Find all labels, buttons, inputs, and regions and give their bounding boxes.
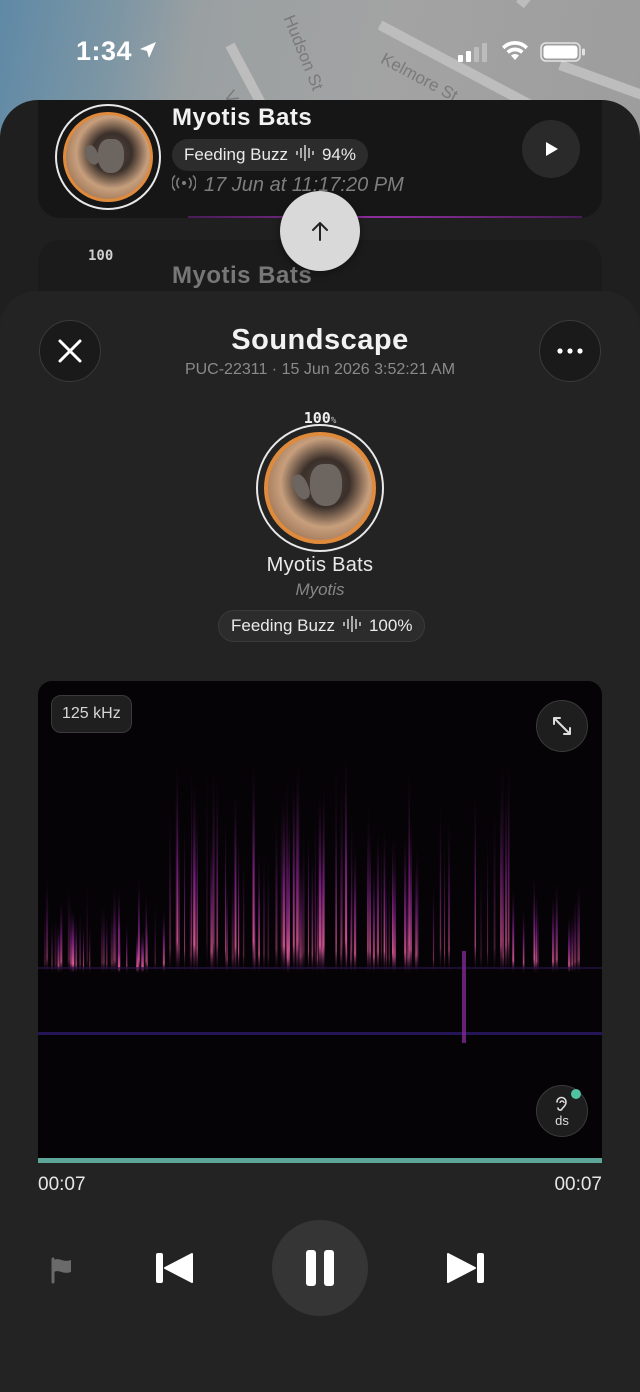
downsample-label: ds [555,1112,569,1128]
waveform-icon [342,615,361,637]
call-type-percent: 100% [368,616,413,635]
pause-button[interactable] [272,1220,368,1316]
current-time: 00:07 [38,1174,86,1195]
call-type-label: Feeding Buzz [231,616,335,635]
ear-icon [556,1096,567,1111]
arrow-up-icon [312,222,328,241]
wifi-icon [500,40,530,67]
expand-icon [553,717,571,735]
location-arrow-icon [138,40,158,65]
detection-time-row: 17 Jun at 11:17:20 PM [171,174,404,197]
previous-track-button[interactable] [150,1244,198,1292]
play-button[interactable] [522,120,580,178]
genus-name: Myotis [295,580,345,599]
call-type-percent: 94% [321,145,356,164]
bat-photo [63,112,153,202]
playback-scrubber[interactable] [38,1158,602,1163]
waveform-icon [295,144,314,166]
pause-icon [306,1250,334,1286]
card-title: Myotis Bats [172,262,313,289]
call-type-badge: Feeding Buzz 100% [218,610,426,642]
broadcast-icon [171,174,197,197]
total-time: 00:07 [554,1174,602,1195]
bat-photo [264,432,376,544]
flag-icon [51,1257,71,1284]
frequency-range-label: 125 kHz [51,695,132,733]
active-indicator [571,1089,581,1099]
play-icon [546,142,558,156]
skip-back-icon [156,1253,193,1283]
call-type-badge: Feeding Buzz 94% [172,139,368,171]
recording-info: PUC-22311 · 15 Jun 2026 3:52:21 AM [184,361,456,378]
skip-forward-icon [447,1253,484,1283]
sheet-title: Soundscape [231,324,409,356]
battery-icon [540,42,586,67]
status-time: 1:34 [76,36,133,66]
call-type-label: Feeding Buzz [184,145,288,164]
species-name: Myotis Bats [266,554,374,576]
confidence-percent: 100 [88,248,114,264]
next-track-button[interactable] [442,1244,490,1292]
spectrogram-image [38,753,602,1043]
status-bar: 1:34 [0,0,640,100]
expand-up-button[interactable] [280,191,360,271]
cellular-signal-icon [458,42,490,67]
downsample-toggle[interactable]: ds [536,1085,588,1137]
spectrogram[interactable]: 125 kHz ds [38,681,602,1161]
card-title: Myotis Bats [172,104,313,131]
playback-progress-line [188,216,582,218]
expand-spectrogram-button[interactable] [536,700,588,752]
flag-button[interactable] [44,1252,80,1288]
